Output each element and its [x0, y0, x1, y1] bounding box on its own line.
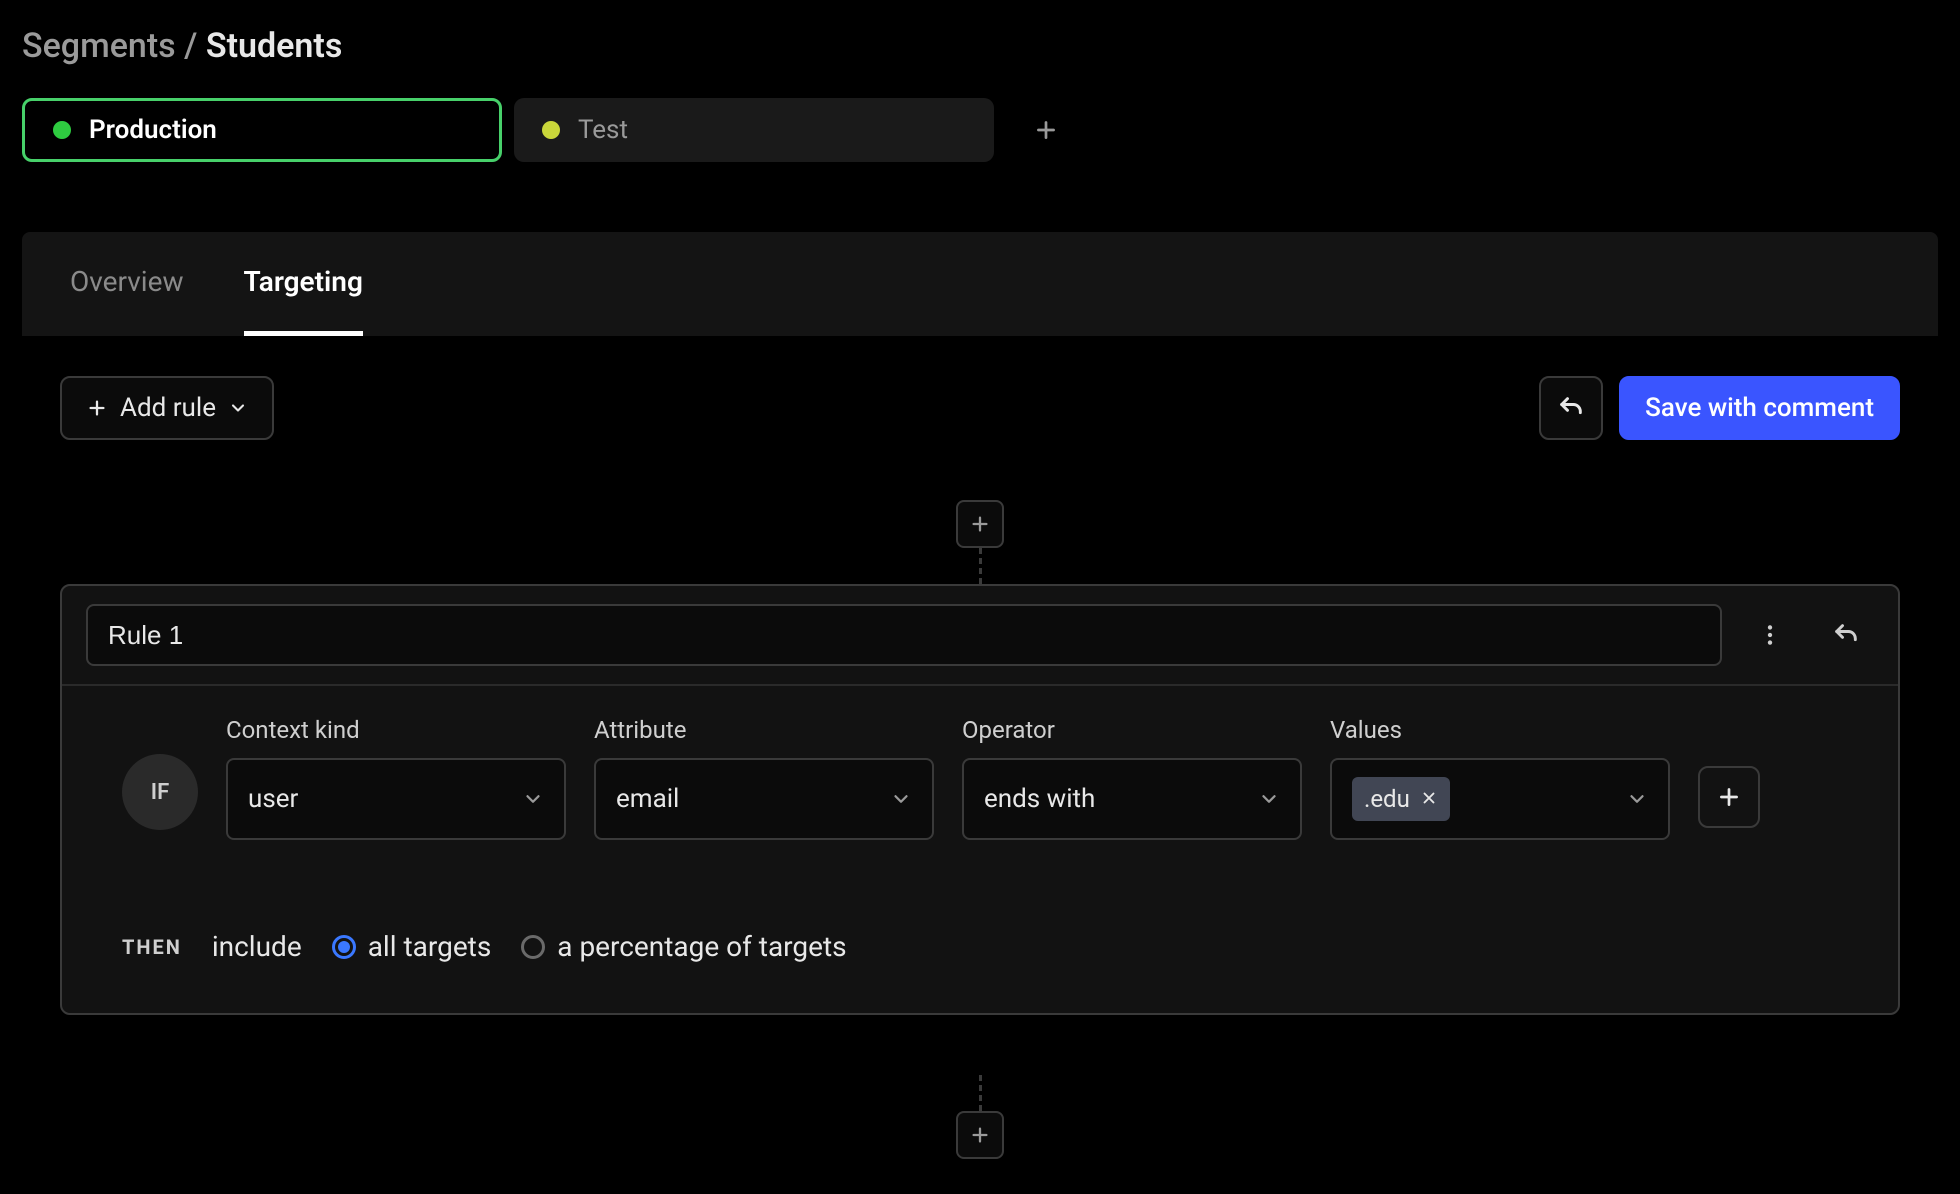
insert-rule-above-button[interactable] [956, 500, 1004, 548]
chevron-down-icon [522, 788, 544, 810]
plus-icon [1716, 784, 1742, 810]
values-select[interactable]: .edu [1330, 758, 1670, 840]
rule-connector-bottom [0, 1075, 1960, 1159]
then-badge: THEN [122, 935, 182, 959]
select-value: email [616, 784, 679, 814]
env-tab-production[interactable]: Production [22, 98, 502, 162]
section-tabs: Overview Targeting [22, 232, 1938, 336]
close-icon [1420, 789, 1438, 807]
radio-icon [521, 935, 545, 959]
operator-field: Operator ends with [962, 716, 1302, 840]
chevron-down-icon [1626, 788, 1648, 810]
status-dot-icon [53, 121, 71, 139]
chevron-down-icon [890, 788, 912, 810]
connector-line [979, 1075, 982, 1111]
option-label: a percentage of targets [557, 930, 846, 963]
add-condition-button[interactable] [1698, 766, 1760, 828]
environment-tabs: Production Test [0, 76, 1960, 172]
option-label: all targets [368, 930, 492, 963]
breadcrumb-root[interactable]: Segments [22, 26, 176, 66]
chevron-down-icon [228, 398, 248, 418]
then-row: THEN include all targets a percentage of… [122, 930, 1838, 963]
insert-rule-below-button[interactable] [956, 1111, 1004, 1159]
include-percentage-option[interactable]: a percentage of targets [521, 930, 846, 963]
chip-label: .edu [1364, 785, 1410, 813]
field-label: Operator [962, 716, 1302, 744]
breadcrumb-separator: / [184, 26, 197, 66]
attribute-select[interactable]: email [594, 758, 934, 840]
add-rule-label: Add rule [120, 393, 216, 423]
env-tab-label: Test [578, 115, 628, 145]
breadcrumb-current: Students [206, 26, 342, 66]
plus-icon [86, 397, 108, 419]
context-kind-select[interactable]: user [226, 758, 566, 840]
undo-icon [1832, 621, 1860, 649]
breadcrumb: Segments / Students [0, 0, 1960, 76]
connector-line [979, 548, 982, 584]
select-value: ends with [984, 784, 1095, 814]
include-all-option[interactable]: all targets [332, 930, 492, 963]
context-kind-field: Context kind user [226, 716, 566, 840]
select-value: user [248, 784, 298, 814]
condition-row: IF Context kind user Attribute email Ope… [122, 716, 1838, 840]
plus-icon [969, 513, 991, 535]
values-field: Values .edu [1330, 716, 1670, 840]
value-chip: .edu [1352, 777, 1450, 821]
rule-body: IF Context kind user Attribute email Ope… [62, 686, 1898, 1013]
undo-icon [1557, 394, 1585, 422]
rule-connector-top [0, 500, 1960, 584]
save-label: Save with comment [1645, 393, 1874, 423]
field-label: Context kind [226, 716, 566, 744]
status-dot-icon [542, 121, 560, 139]
rule-name-input[interactable] [86, 604, 1722, 666]
operator-select[interactable]: ends with [962, 758, 1302, 840]
more-vertical-icon [1757, 622, 1783, 648]
field-label: Attribute [594, 716, 934, 744]
remove-chip-button[interactable] [1420, 785, 1438, 813]
include-label: include [212, 930, 302, 963]
radio-icon [332, 935, 356, 959]
rule-card: IF Context kind user Attribute email Ope… [60, 584, 1900, 1015]
add-environment-button[interactable] [1022, 106, 1070, 154]
rule-header [62, 586, 1898, 686]
undo-button[interactable] [1539, 376, 1603, 440]
add-rule-button[interactable]: Add rule [60, 376, 274, 440]
plus-icon [969, 1124, 991, 1146]
env-tab-label: Production [89, 115, 217, 145]
actions-row: Add rule Save with comment [60, 376, 1900, 440]
if-badge: IF [122, 754, 198, 830]
attribute-field: Attribute email [594, 716, 934, 840]
rule-undo-button[interactable] [1818, 607, 1874, 663]
save-with-comment-button[interactable]: Save with comment [1619, 376, 1900, 440]
tab-overview[interactable]: Overview [70, 232, 184, 336]
tab-targeting[interactable]: Targeting [244, 232, 363, 336]
env-tab-test[interactable]: Test [514, 98, 994, 162]
chevron-down-icon [1258, 788, 1280, 810]
rule-menu-button[interactable] [1742, 607, 1798, 663]
field-label: Values [1330, 716, 1670, 744]
plus-icon [1033, 117, 1059, 143]
